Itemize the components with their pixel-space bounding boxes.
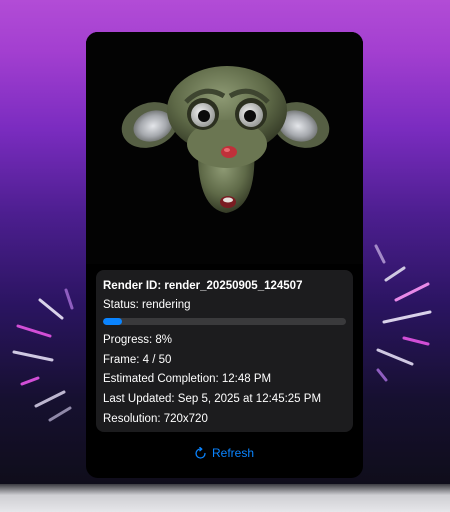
progress-bar [103, 318, 346, 325]
progress-bar-fill [103, 318, 123, 325]
refresh-button[interactable]: Refresh [194, 445, 254, 461]
frame-text: Frame: 4 / 50 [103, 354, 172, 366]
bottom-bar [0, 484, 450, 512]
progress-text: Progress: 8% [103, 334, 173, 346]
render-id-text: Render ID: render_20250905_124507 [103, 280, 303, 292]
render-info-panel: Render ID: render_20250905_124507 Status… [96, 270, 353, 432]
refresh-icon [195, 446, 206, 459]
estimated-completion-text: Estimated Completion: 12:48 PM [103, 373, 272, 385]
last-updated-text: Last Updated: Sep 5, 2025 at 12:45:25 PM [103, 393, 322, 405]
render-status-card: Render ID: render_20250905_124507 Status… [86, 32, 363, 478]
resolution-text: Resolution: 720x720 [103, 413, 208, 425]
render-preview-image [86, 32, 363, 264]
refresh-label: Refresh [212, 446, 255, 460]
status-text: Status: rendering [103, 299, 191, 311]
